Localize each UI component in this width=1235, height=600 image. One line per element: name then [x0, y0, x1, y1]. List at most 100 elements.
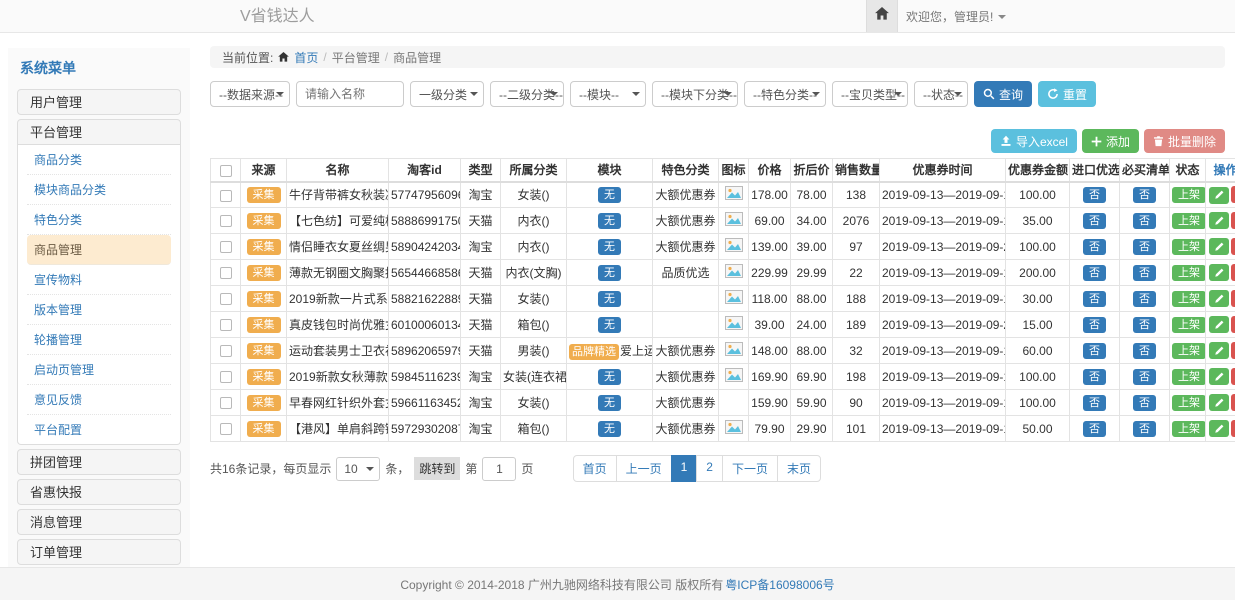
- edit-button[interactable]: [1209, 368, 1229, 385]
- filter-select[interactable]: --模块--: [570, 81, 646, 107]
- edit-button[interactable]: [1209, 394, 1229, 411]
- sidebar-group[interactable]: 拼团管理: [17, 449, 181, 475]
- must-buy-badge[interactable]: 否: [1133, 369, 1156, 385]
- sidebar-item[interactable]: 轮播管理: [27, 325, 171, 355]
- filter-select[interactable]: --状态--: [914, 81, 968, 107]
- sidebar-item[interactable]: 平台配置: [27, 415, 171, 444]
- status-badge[interactable]: 上架: [1172, 239, 1206, 255]
- search-button[interactable]: 查询: [974, 81, 1032, 107]
- delete-button[interactable]: [1231, 316, 1235, 333]
- sidebar-group[interactable]: 消息管理: [17, 509, 181, 535]
- row-checkbox[interactable]: [220, 241, 232, 253]
- row-checkbox[interactable]: [220, 397, 232, 409]
- must-buy-badge[interactable]: 否: [1133, 291, 1156, 307]
- must-buy-badge[interactable]: 否: [1133, 239, 1156, 255]
- filter-select[interactable]: 一级分类: [410, 81, 484, 107]
- status-badge[interactable]: 上架: [1172, 421, 1206, 437]
- reset-button[interactable]: 重置: [1038, 81, 1096, 107]
- edit-button[interactable]: [1209, 238, 1229, 255]
- edit-button[interactable]: [1209, 342, 1229, 359]
- filter-select[interactable]: --宝贝类型--: [832, 81, 908, 107]
- breadcrumb-home-link[interactable]: 首页: [294, 49, 318, 66]
- select-all-checkbox[interactable]: [220, 165, 232, 177]
- import-pick-badge[interactable]: 否: [1083, 187, 1106, 203]
- page-number-input[interactable]: [482, 457, 516, 481]
- import-pick-badge[interactable]: 否: [1083, 265, 1106, 281]
- row-checkbox[interactable]: [220, 190, 232, 202]
- import-pick-badge[interactable]: 否: [1083, 343, 1106, 359]
- import-pick-badge[interactable]: 否: [1083, 317, 1106, 333]
- page-button[interactable]: 上一页: [616, 455, 672, 482]
- must-buy-badge[interactable]: 否: [1133, 343, 1156, 359]
- sidebar-group[interactable]: 订单管理: [17, 539, 181, 565]
- icp-link[interactable]: 粤ICP备16098006号: [725, 576, 834, 593]
- status-badge[interactable]: 上架: [1172, 213, 1206, 229]
- delete-button[interactable]: [1231, 342, 1235, 359]
- sidebar-item[interactable]: 意见反馈: [27, 385, 171, 415]
- per-page-select[interactable]: 10: [336, 457, 380, 481]
- edit-button[interactable]: [1209, 212, 1229, 229]
- sidebar-group[interactable]: 省惠快报: [17, 479, 181, 505]
- filter-select[interactable]: --二级分类--: [490, 81, 564, 107]
- row-checkbox[interactable]: [220, 319, 232, 331]
- status-badge[interactable]: 上架: [1172, 265, 1206, 281]
- nav-home-button[interactable]: [866, 0, 898, 32]
- delete-button[interactable]: [1231, 238, 1235, 255]
- row-checkbox[interactable]: [220, 345, 232, 357]
- edit-button[interactable]: [1209, 290, 1229, 307]
- name-filter-input[interactable]: [296, 81, 404, 107]
- filter-select[interactable]: --特色分类--: [744, 81, 826, 107]
- page-button[interactable]: 首页: [573, 455, 617, 482]
- page-button[interactable]: 2: [696, 455, 723, 482]
- status-badge[interactable]: 上架: [1172, 395, 1206, 411]
- sidebar-item[interactable]: 特色分类: [27, 205, 171, 235]
- jump-button[interactable]: 跳转到: [414, 457, 460, 480]
- import-pick-badge[interactable]: 否: [1083, 369, 1106, 385]
- status-badge[interactable]: 上架: [1172, 369, 1206, 385]
- delete-button[interactable]: [1231, 186, 1235, 203]
- import-excel-button[interactable]: 导入excel: [991, 129, 1077, 153]
- delete-button[interactable]: [1231, 394, 1235, 411]
- import-pick-badge[interactable]: 否: [1083, 421, 1106, 437]
- user-menu[interactable]: 欢迎您，管理员!: [906, 0, 1006, 33]
- delete-button[interactable]: [1231, 290, 1235, 307]
- must-buy-badge[interactable]: 否: [1133, 421, 1156, 437]
- edit-button[interactable]: [1209, 264, 1229, 281]
- add-button[interactable]: 添加: [1082, 129, 1139, 153]
- status-badge[interactable]: 上架: [1172, 187, 1206, 203]
- sidebar-item[interactable]: 商品管理: [27, 235, 171, 265]
- status-badge[interactable]: 上架: [1172, 343, 1206, 359]
- sidebar-item[interactable]: 商品分类: [27, 145, 171, 175]
- row-checkbox[interactable]: [220, 215, 232, 227]
- import-pick-badge[interactable]: 否: [1083, 213, 1106, 229]
- must-buy-badge[interactable]: 否: [1133, 317, 1156, 333]
- status-badge[interactable]: 上架: [1172, 291, 1206, 307]
- import-pick-badge[interactable]: 否: [1083, 395, 1106, 411]
- must-buy-badge[interactable]: 否: [1133, 213, 1156, 229]
- must-buy-badge[interactable]: 否: [1133, 265, 1156, 281]
- row-checkbox[interactable]: [220, 267, 232, 279]
- sidebar-item[interactable]: 模块商品分类: [27, 175, 171, 205]
- edit-button[interactable]: [1209, 316, 1229, 333]
- filter-select[interactable]: --模块下分类--: [652, 81, 738, 107]
- row-checkbox[interactable]: [220, 293, 232, 305]
- must-buy-badge[interactable]: 否: [1133, 187, 1156, 203]
- delete-button[interactable]: [1231, 212, 1235, 229]
- row-checkbox[interactable]: [220, 371, 232, 383]
- import-pick-badge[interactable]: 否: [1083, 239, 1106, 255]
- sidebar-group[interactable]: 平台管理: [17, 119, 181, 145]
- delete-button[interactable]: [1231, 420, 1235, 437]
- sidebar-item[interactable]: 启动页管理: [27, 355, 171, 385]
- batch-delete-button[interactable]: 批量删除: [1144, 129, 1225, 153]
- row-checkbox[interactable]: [220, 423, 232, 435]
- sidebar-item[interactable]: 宣传物料: [27, 265, 171, 295]
- page-button[interactable]: 末页: [777, 455, 821, 482]
- sidebar-item[interactable]: 版本管理: [27, 295, 171, 325]
- page-button[interactable]: 下一页: [722, 455, 778, 482]
- edit-button[interactable]: [1209, 187, 1229, 204]
- status-badge[interactable]: 上架: [1172, 317, 1206, 333]
- delete-button[interactable]: [1231, 264, 1235, 281]
- filter-select[interactable]: --数据来源--: [210, 81, 290, 107]
- must-buy-badge[interactable]: 否: [1133, 395, 1156, 411]
- page-button[interactable]: 1: [671, 455, 698, 482]
